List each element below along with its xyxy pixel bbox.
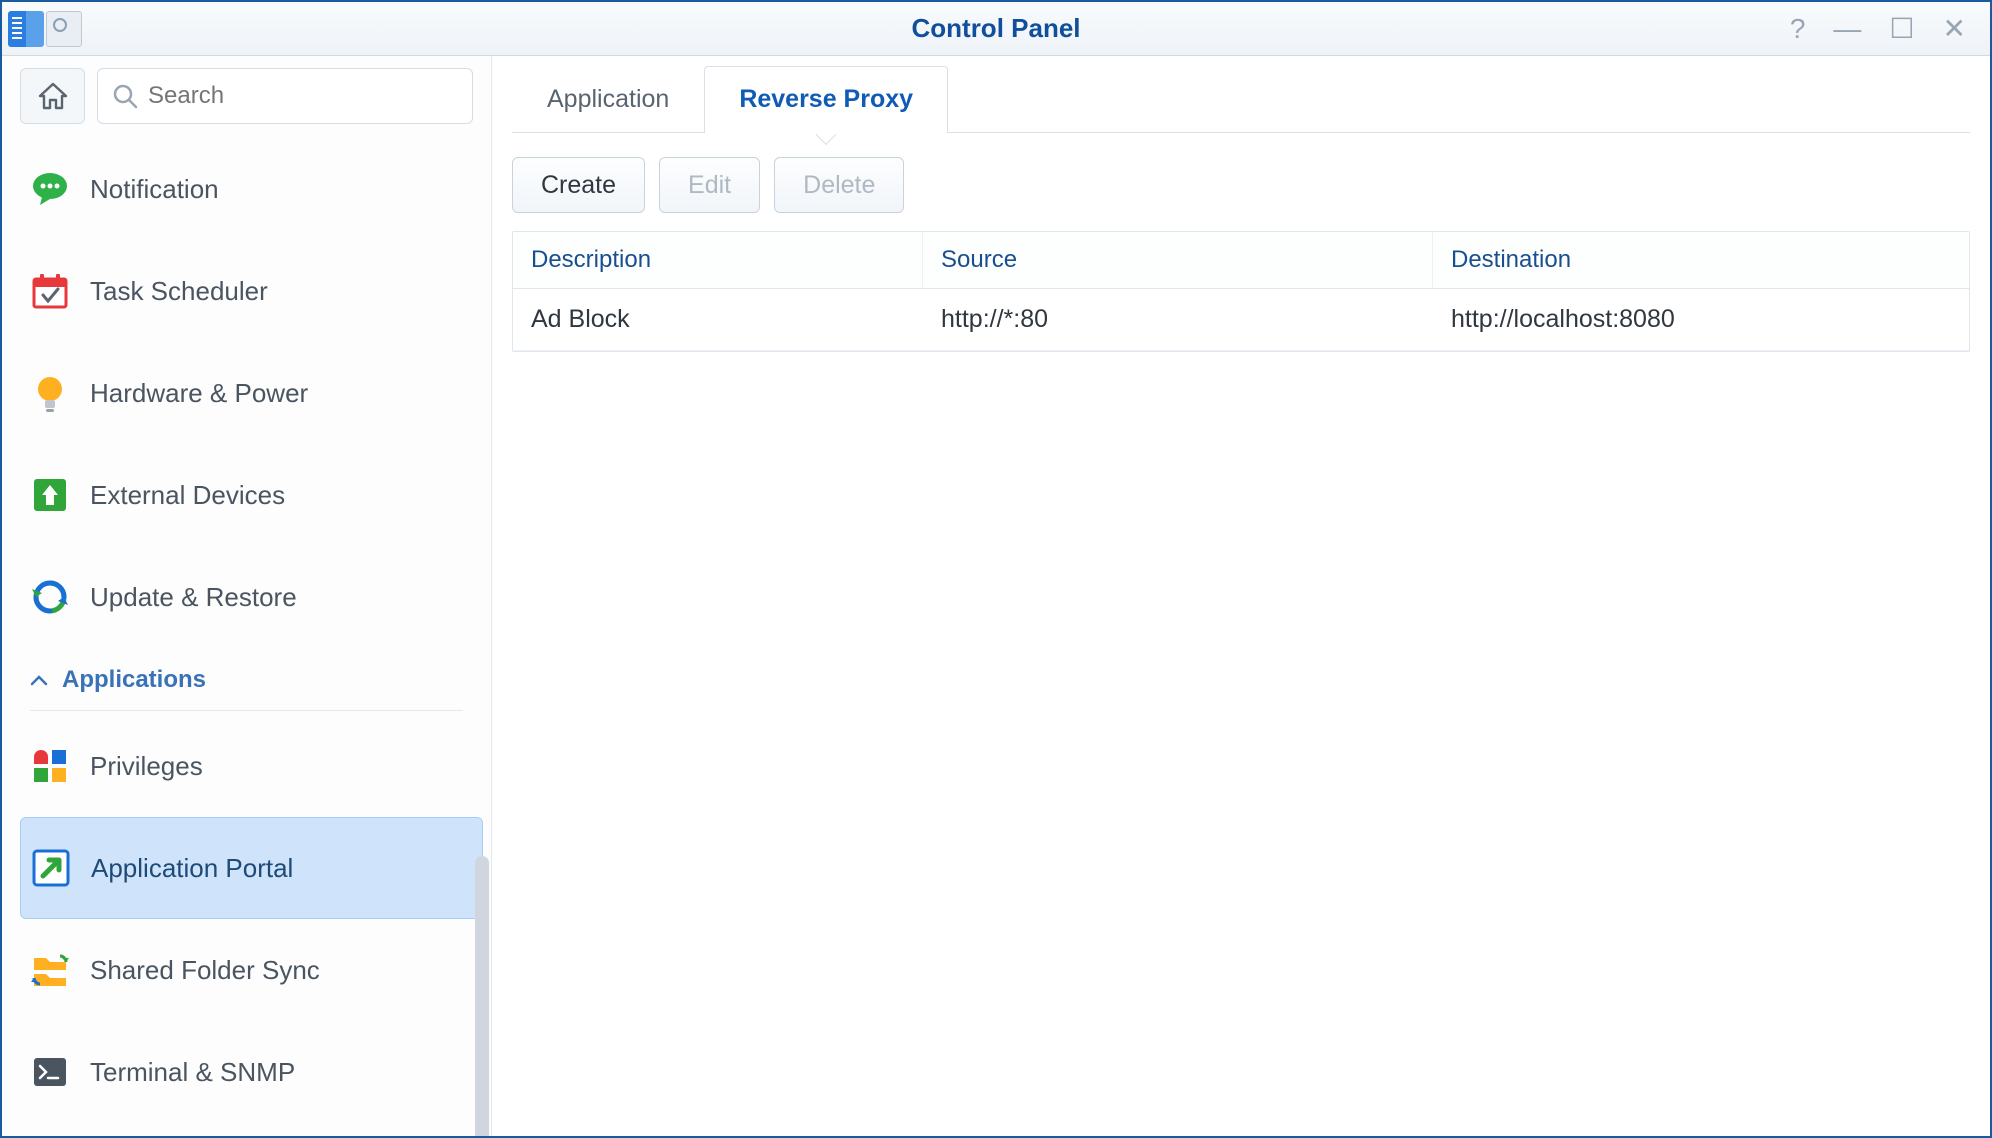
maximize-icon[interactable]: ☐ <box>1889 15 1914 43</box>
col-source[interactable]: Source <box>923 232 1433 288</box>
refresh-icon <box>30 577 70 617</box>
tab-label: Reverse Proxy <box>739 85 913 113</box>
sidebar-item-privileges[interactable]: Privileges <box>2 715 491 817</box>
speech-bubble-icon <box>30 169 70 209</box>
sidebar-item-notification[interactable]: Notification <box>2 138 491 240</box>
app-icon-settings <box>46 11 82 47</box>
close-icon[interactable]: ✕ <box>1943 15 1966 43</box>
control-panel-window: Control Panel ? — ☐ ✕ <box>0 0 1992 1138</box>
help-icon[interactable]: ? <box>1790 15 1806 43</box>
folder-sync-icon <box>30 950 70 990</box>
sidebar: Notification Task Scheduler Hardware & P… <box>2 56 492 1136</box>
terminal-icon <box>30 1052 70 1092</box>
upload-device-icon <box>30 475 70 515</box>
search-icon <box>112 83 138 109</box>
table-row[interactable]: Ad Block http://*:80 http://localhost:80… <box>513 289 1969 351</box>
window-controls: ? — ☐ ✕ <box>1790 15 1990 43</box>
app-icon-list <box>8 11 44 47</box>
sidebar-section-label: Applications <box>62 666 206 694</box>
cell-description: Ad Block <box>513 289 923 350</box>
sidebar-item-task-scheduler[interactable]: Task Scheduler <box>2 240 491 342</box>
sidebar-item-label: Update & Restore <box>90 582 297 613</box>
col-description[interactable]: Description <box>513 232 923 288</box>
col-destination[interactable]: Destination <box>1433 232 1969 288</box>
sidebar-item-shared-folder-sync[interactable]: Shared Folder Sync <box>2 919 491 1021</box>
tab-bar: Application Reverse Proxy <box>512 66 1970 133</box>
tab-label: Application <box>547 85 669 113</box>
cell-source: http://*:80 <box>923 289 1433 350</box>
home-icon <box>38 82 68 110</box>
tab-application[interactable]: Application <box>512 66 704 132</box>
sidebar-item-label: Hardware & Power <box>90 378 308 409</box>
sidebar-item-label: Notification <box>90 174 219 205</box>
sidebar-item-external-devices[interactable]: External Devices <box>2 444 491 546</box>
search-field[interactable] <box>97 68 473 124</box>
shortcut-icon <box>31 848 71 888</box>
tab-reverse-proxy[interactable]: Reverse Proxy <box>704 66 948 132</box>
sidebar-item-label: External Devices <box>90 480 285 511</box>
chevron-up-icon <box>30 674 48 686</box>
grid-header: Description Source Destination <box>513 232 1969 289</box>
window-title: Control Panel <box>911 13 1080 44</box>
sidebar-item-label: Privileges <box>90 751 203 782</box>
scrollbar-thumb[interactable] <box>475 856 489 1136</box>
sidebar-item-label: Task Scheduler <box>90 276 268 307</box>
minimize-icon[interactable]: — <box>1833 15 1861 43</box>
sidebar-item-label: Shared Folder Sync <box>90 955 320 986</box>
privileges-icon <box>30 746 70 786</box>
titlebar: Control Panel ? — ☐ ✕ <box>2 2 1990 56</box>
reverse-proxy-grid: Description Source Destination Ad Block … <box>512 231 1970 352</box>
sidebar-list: Notification Task Scheduler Hardware & P… <box>2 138 491 1136</box>
lightbulb-icon <box>30 373 70 413</box>
create-button[interactable]: Create <box>512 157 645 213</box>
main-content: Application Reverse Proxy Create Edit De… <box>492 56 1990 1136</box>
search-input[interactable] <box>148 82 458 110</box>
sidebar-section-applications[interactable]: Applications <box>2 648 491 704</box>
sidebar-item-hardware-power[interactable]: Hardware & Power <box>2 342 491 444</box>
delete-button[interactable]: Delete <box>774 157 904 213</box>
section-divider <box>30 710 463 711</box>
edit-button[interactable]: Edit <box>659 157 760 213</box>
sidebar-item-terminal-snmp[interactable]: Terminal & SNMP <box>2 1021 491 1123</box>
sidebar-item-update-restore[interactable]: Update & Restore <box>2 546 491 648</box>
sidebar-item-label: Application Portal <box>91 853 293 884</box>
sidebar-item-label: Terminal & SNMP <box>90 1057 295 1088</box>
titlebar-app-icons <box>2 11 82 47</box>
cell-destination: http://localhost:8080 <box>1433 289 1969 350</box>
calendar-check-icon <box>30 271 70 311</box>
home-button[interactable] <box>20 68 85 124</box>
sidebar-item-application-portal[interactable]: Application Portal <box>20 817 483 919</box>
toolbar: Create Edit Delete <box>492 133 1970 231</box>
